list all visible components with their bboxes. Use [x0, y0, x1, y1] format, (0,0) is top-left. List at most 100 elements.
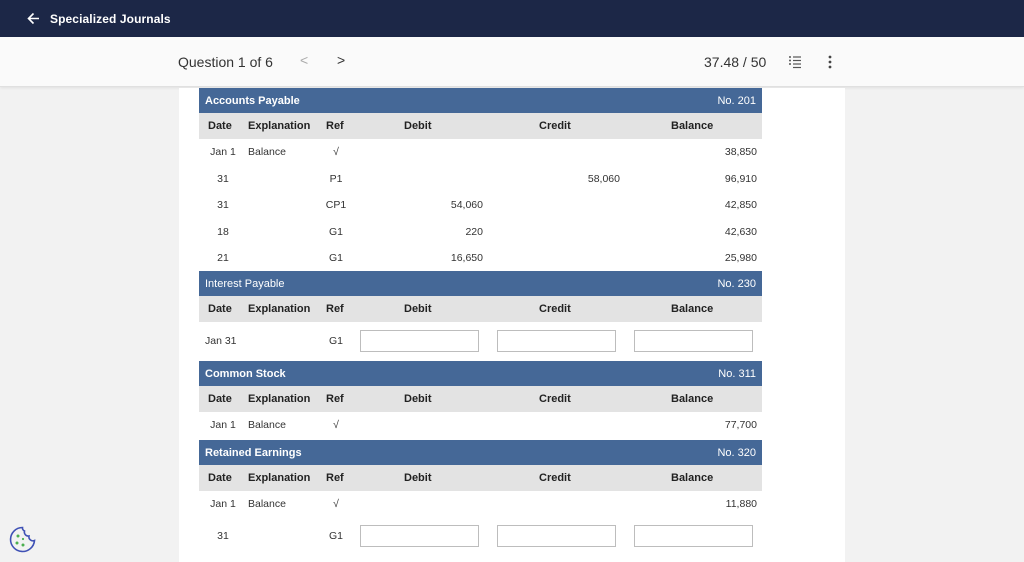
row-balance: 42,850 [724, 199, 757, 212]
row-explanation: Balance [248, 498, 286, 511]
row-ref: √ [333, 419, 339, 432]
row-ref: √ [333, 498, 339, 511]
row-ref: CP1 [325, 199, 347, 212]
col-credit: Credit [539, 120, 571, 132]
row-balance: 77,700 [724, 419, 757, 432]
table-row: Jan 1 Balance √ 77,700 [199, 412, 762, 439]
ledger-name: Accounts Payable [205, 94, 300, 107]
col-explanation: Explanation [248, 120, 311, 132]
credit-input[interactable] [497, 525, 616, 547]
arrow-left-icon[interactable] [26, 12, 40, 26]
row-date: 31 [217, 530, 229, 542]
row-explanation: Balance [248, 146, 286, 159]
ledger-number: No. 311 [718, 367, 756, 380]
ledger-interest-payable: Interest Payable No. 230 Date Explanatio… [199, 271, 762, 359]
table-row: Jan 1 Balance √ 11,880 [199, 491, 762, 518]
col-ref: Ref [326, 303, 344, 315]
ledger-name: Retained Earnings [205, 446, 302, 459]
ledger-common-stock: Common Stock No. 311 Date Explanation Re… [199, 361, 762, 439]
col-balance: Balance [671, 472, 714, 484]
debit-input[interactable] [360, 329, 479, 352]
ledger-number: No. 230 [717, 277, 756, 290]
row-balance: 42,630 [724, 225, 757, 238]
balance-input[interactable] [634, 329, 753, 352]
col-balance: Balance [671, 303, 714, 315]
top-bar: Specialized Journals [0, 0, 1024, 37]
row-date: 31 [217, 199, 229, 212]
column-header-row: Date Explanation Ref Debit Credit Balanc… [199, 113, 762, 139]
balance-input[interactable] [634, 525, 753, 547]
row-date: 21 [217, 252, 229, 265]
list-icon[interactable] [787, 54, 803, 70]
previous-question-button[interactable]: < [300, 52, 308, 68]
app-title: Specialized Journals [50, 11, 171, 26]
table-row: 18 G1 220 42,630 [199, 219, 762, 246]
table-row: 31 G1 [199, 518, 762, 555]
col-debit: Debit [404, 393, 432, 405]
column-header-row: Date Explanation Ref Debit Credit Balanc… [199, 465, 762, 491]
col-ref: Ref [326, 472, 344, 484]
row-balance: 96,910 [724, 172, 757, 185]
table-row: 31 CP1 54,060 42,850 [199, 192, 762, 219]
row-ref: G1 [328, 530, 343, 542]
row-date: 18 [217, 225, 229, 238]
col-debit: Debit [404, 472, 432, 484]
row-date: Jan 1 [210, 419, 236, 432]
cookie-icon[interactable] [8, 525, 37, 554]
row-explanation: Balance [248, 419, 286, 432]
row-ref: √ [333, 146, 339, 159]
col-debit: Debit [404, 303, 432, 315]
row-ref: G1 [328, 252, 343, 265]
debit-input[interactable] [360, 525, 479, 547]
ledger-header: Accounts Payable No. 201 [199, 88, 762, 113]
col-ref: Ref [326, 120, 344, 132]
row-balance: 11,880 [725, 498, 757, 511]
row-ref: P1 [329, 172, 343, 185]
row-date: Jan 1 [210, 498, 236, 511]
row-date: Jan 31 [205, 334, 237, 347]
col-date: Date [208, 472, 232, 484]
col-date: Date [208, 120, 232, 132]
ledger-header: Common Stock No. 311 [199, 361, 762, 386]
row-debit: 220 [465, 225, 483, 238]
score: 37.48 / 50 [704, 54, 767, 70]
row-ref: G1 [328, 334, 343, 347]
col-date: Date [208, 303, 232, 315]
question-content: Accounts Payable No. 201 Date Explanatio… [179, 88, 845, 562]
row-date: 31 [217, 172, 229, 185]
column-header-row: Date Explanation Ref Debit Credit Balanc… [199, 296, 762, 322]
col-credit: Credit [539, 303, 571, 315]
row-debit: 16,650 [450, 252, 483, 265]
table-row: 21 G1 16,650 25,980 [199, 245, 762, 272]
ledger-header: Retained Earnings No. 320 [199, 440, 762, 465]
question-bar: Question 1 of 6 < > 37.48 / 50 [0, 37, 1024, 87]
table-row: 31 P1 58,060 96,910 [199, 166, 762, 193]
column-header-row: Date Explanation Ref Debit Credit Balanc… [199, 386, 762, 412]
ledger-number: No. 320 [717, 446, 756, 459]
ledger-name: Interest Payable [205, 277, 285, 290]
credit-input[interactable] [497, 329, 616, 352]
ledger-number: No. 201 [717, 94, 756, 107]
col-credit: Credit [539, 393, 571, 405]
row-debit: 54,060 [450, 199, 483, 212]
col-debit: Debit [404, 120, 432, 132]
col-date: Date [208, 393, 232, 405]
more-vertical-icon[interactable] [822, 54, 838, 70]
row-balance: 25,980 [724, 252, 757, 265]
question-label: Question 1 of 6 [178, 54, 273, 70]
row-credit: 58,060 [587, 172, 620, 185]
col-balance: Balance [671, 120, 714, 132]
table-row: Jan 31 G1 [199, 322, 762, 359]
ledger-retained-earnings: Retained Earnings No. 320 Date Explanati… [199, 440, 762, 555]
col-explanation: Explanation [248, 393, 311, 405]
col-explanation: Explanation [248, 303, 311, 315]
col-ref: Ref [326, 393, 344, 405]
row-date: Jan 1 [210, 146, 236, 159]
next-question-button[interactable]: > [337, 52, 345, 68]
row-ref: G1 [328, 225, 343, 238]
col-balance: Balance [671, 393, 714, 405]
col-explanation: Explanation [248, 472, 311, 484]
row-balance: 38,850 [724, 146, 757, 159]
ledger-header: Interest Payable No. 230 [199, 271, 762, 296]
col-credit: Credit [539, 472, 571, 484]
